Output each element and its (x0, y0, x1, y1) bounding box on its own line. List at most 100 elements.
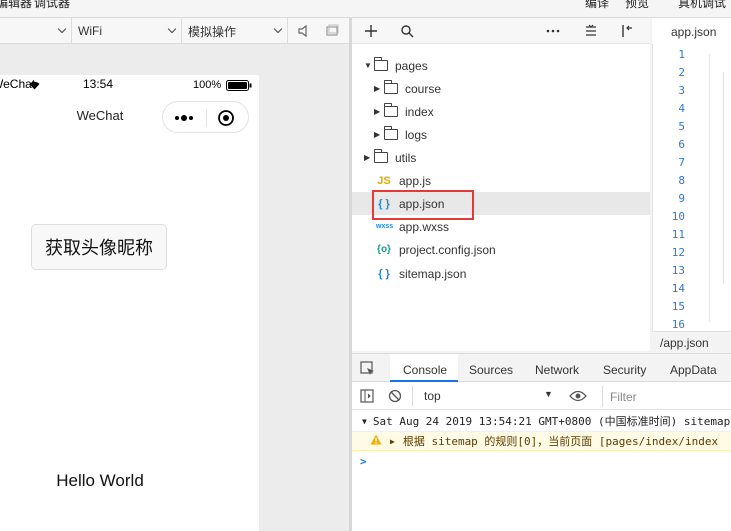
device-select[interactable] (0, 18, 72, 44)
tree-item-label: logs (405, 127, 428, 142)
tab-sources[interactable]: Sources (469, 363, 513, 377)
capsule-menu (162, 101, 249, 133)
clear-icon[interactable] (388, 389, 402, 403)
config-file-icon: {o} (377, 244, 391, 255)
more-dots-icon[interactable] (171, 111, 203, 125)
devtools-tabs: Console Sources Network Security AppData (352, 353, 731, 382)
chevron-right-icon: ▶ (374, 130, 381, 139)
chevron-right-icon: ▶ (390, 436, 395, 446)
tree-file-project-config[interactable]: {o} project.config.json (352, 238, 650, 261)
volume-icon[interactable] (297, 24, 311, 38)
tab-console[interactable]: Console (390, 354, 458, 382)
capsule-divider (206, 109, 207, 127)
tree-item-label: app.wxss (399, 219, 450, 234)
line-number: 1 (678, 48, 685, 61)
chevron-down-icon: ▼ (364, 61, 372, 70)
json-file-icon: { } (378, 267, 390, 280)
explorer-toolbar (352, 18, 650, 44)
collapse-icon[interactable] (584, 24, 598, 38)
chevron-right-icon: ▶ (374, 107, 381, 116)
line-number: 14 (671, 282, 685, 295)
filter-placeholder: Filter (610, 390, 637, 404)
menu-compile[interactable]: 编译 (585, 0, 609, 11)
folder-icon (383, 126, 398, 140)
tree-folder-index[interactable]: ▶ index (352, 100, 650, 123)
battery-icon (226, 80, 252, 94)
context-value: top (424, 389, 441, 403)
chevron-down-icon (273, 24, 283, 34)
add-icon[interactable] (364, 24, 378, 38)
eye-icon[interactable] (569, 389, 587, 403)
console-filter-input[interactable]: Filter (602, 386, 731, 407)
folder-icon (383, 103, 398, 117)
window-icon[interactable] (325, 24, 339, 38)
tree-file-sitemap-json[interactable]: { } sitemap.json (352, 262, 650, 285)
line-number: 13 (671, 264, 685, 277)
sidebar-toggle-icon[interactable] (360, 389, 374, 403)
warning-text: 根据 sitemap 的规则[0]，当前页面 [pages/index/inde… (402, 435, 719, 448)
search-icon[interactable] (400, 24, 414, 38)
console-output[interactable]: ▼ Sat Aug 24 2019 13:54:21 GMT+0800 (中国标… (352, 410, 731, 531)
tree-folder-utils[interactable]: ▶ utils (352, 146, 650, 169)
tree-folder-logs[interactable]: ▶ logs (352, 123, 650, 146)
chevron-right-icon: ▶ (374, 84, 381, 93)
log-text: Sat Aug 24 2019 13:54:21 GMT+0800 (中国标准时… (372, 415, 731, 428)
status-time: 13:54 (83, 77, 114, 91)
inspect-icon[interactable] (360, 361, 376, 377)
more-icon[interactable] (546, 24, 560, 38)
tab-network[interactable]: Network (535, 363, 579, 377)
console-warning-line: ▶ 根据 sitemap 的规则[0]，当前页面 [pages/index/in… (352, 431, 731, 451)
chevron-down-icon (167, 24, 177, 34)
tree-item-label: sitemap.json (399, 266, 467, 281)
console-filter-bar: top ▼ Filter (352, 382, 731, 410)
js-file-icon: JS (377, 174, 391, 187)
line-number: 8 (678, 174, 685, 187)
line-number: 15 (671, 300, 685, 313)
operation-select-value: 模拟操作 (188, 24, 237, 39)
editor-tab-app-json[interactable]: app.json (652, 18, 731, 44)
network-select[interactable]: WiFi (72, 18, 182, 44)
tree-item-label: app.js (399, 173, 432, 188)
dropdown-arrow-icon: ▼ (544, 389, 553, 399)
warning-icon (370, 434, 382, 448)
line-number: 4 (678, 102, 685, 115)
indent-guide (723, 72, 724, 284)
menu-preview[interactable]: 预览 (625, 0, 649, 11)
folder-icon (373, 57, 388, 71)
get-avatar-nickname-button[interactable]: 获取头像昵称 (31, 224, 167, 270)
folder-icon (383, 80, 398, 94)
line-number: 6 (678, 138, 685, 151)
battery-label: 100% (193, 79, 222, 91)
chevron-right-icon: ▶ (364, 153, 371, 162)
menu-editor[interactable]: 编辑器 (0, 0, 32, 11)
hello-text: Hello World (56, 471, 144, 490)
line-number: 3 (678, 84, 685, 97)
close-target-icon[interactable] (217, 109, 235, 127)
wifi-icon (29, 79, 40, 93)
tab-security[interactable]: Security (603, 363, 646, 377)
tree-folder-pages[interactable]: ▼ pages (352, 54, 650, 77)
tree-file-app-js[interactable]: JS app.js (352, 169, 650, 192)
wxss-file-icon: wxss (376, 223, 394, 230)
menu-debugger[interactable]: 调试器 (34, 0, 70, 11)
code-editor[interactable]: 1 2 3 4 5 6 7 8 9 10 11 12 13 14 15 16 (652, 44, 731, 331)
line-number: 12 (671, 246, 685, 259)
operation-select[interactable]: 模拟操作 (182, 18, 288, 44)
tab-appdata[interactable]: AppData (670, 363, 717, 377)
split-icon[interactable] (620, 24, 634, 38)
chevron-down-icon: ▼ (362, 416, 367, 426)
network-select-value: WiFi (78, 24, 102, 38)
simulator-toolbar: WiFi 模拟操作 (0, 18, 349, 44)
tree-folder-course[interactable]: ▶ course (352, 77, 650, 100)
tree-item-label: index (405, 104, 434, 119)
highlight-box (372, 190, 474, 220)
file-explorer: ▼ pages ▶ course ▶ index ▶ logs ▶ utils … (352, 44, 650, 351)
line-number: 5 (678, 120, 685, 133)
top-menu-bar: 编辑器 调试器 编译 预览 真机调试 (0, 0, 731, 18)
console-prompt[interactable]: > (352, 451, 731, 471)
folder-icon (373, 149, 388, 163)
menu-remote-debug[interactable]: 真机调试 (678, 0, 726, 11)
editor-tabs: app.json (652, 18, 731, 44)
context-select[interactable]: top ▼ (412, 386, 553, 406)
line-number: 11 (671, 228, 685, 241)
